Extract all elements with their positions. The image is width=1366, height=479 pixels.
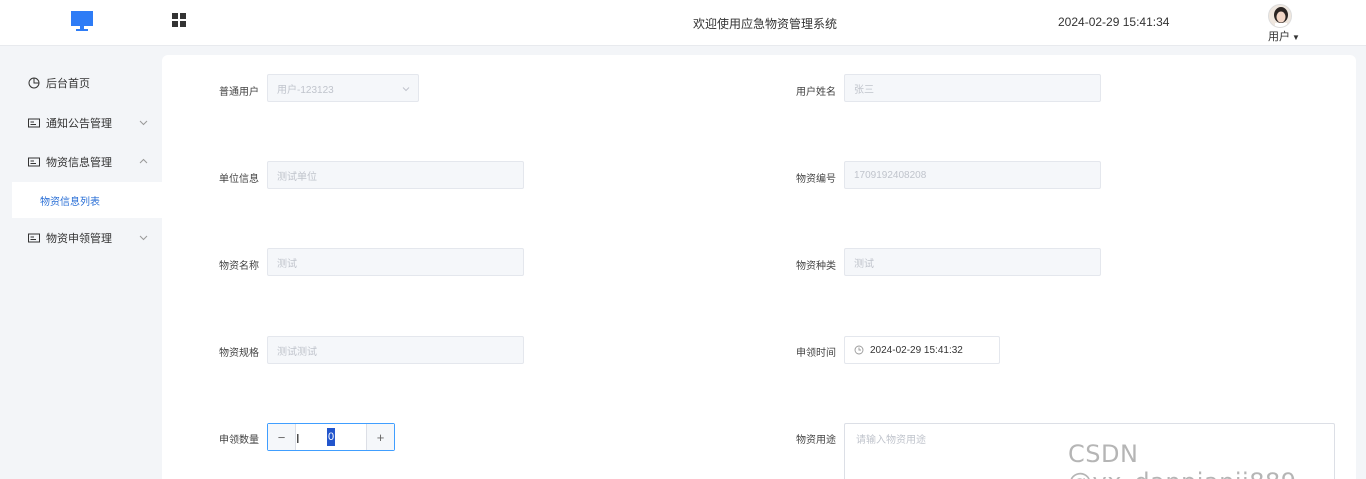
user-name-value: 张三 bbox=[854, 84, 874, 96]
avatar[interactable] bbox=[1268, 4, 1292, 28]
item-name-label: 物资名称 bbox=[219, 261, 259, 272]
quantity-stepper[interactable]: − 0 + bbox=[267, 423, 395, 451]
user-name-label: 用户姓名 bbox=[796, 87, 836, 98]
apply-time-picker[interactable]: 2024-02-29 15:41:32 bbox=[844, 336, 1000, 364]
sidebar: 后台首页 通知公告管理 物资信息管理 物资信息列表 物资申领管理 bbox=[0, 47, 162, 479]
card-icon bbox=[28, 233, 40, 243]
clock-icon bbox=[854, 345, 864, 355]
unit-label: 单位信息 bbox=[219, 174, 259, 185]
chevron-down-icon bbox=[139, 235, 148, 241]
sidebar-item-label: 物资信息列表 bbox=[40, 196, 100, 208]
chevron-down-icon bbox=[139, 120, 148, 126]
sidebar-item-label: 后台首页 bbox=[46, 78, 90, 90]
item-spec-field[interactable]: 测试测试 bbox=[267, 336, 524, 364]
unit-value: 测试单位 bbox=[277, 171, 317, 183]
increment-button[interactable]: + bbox=[366, 424, 394, 450]
caret-down-icon: ▼ bbox=[1292, 33, 1300, 42]
quantity-value: 0 bbox=[326, 428, 336, 446]
item-name-value: 测试 bbox=[277, 258, 297, 270]
sidebar-item-materials-list[interactable]: 物资信息列表 bbox=[12, 182, 162, 218]
watermark: CSDN @vx_danpianji889 bbox=[1068, 440, 1296, 479]
text-cursor-icon: I bbox=[296, 431, 300, 446]
user-type-value: 用户-123123 bbox=[277, 84, 334, 96]
purpose-placeholder: 请输入物资用途 bbox=[856, 435, 926, 446]
item-spec-label: 物资规格 bbox=[219, 348, 259, 359]
item-name-field[interactable]: 测试 bbox=[267, 248, 524, 276]
decrement-button[interactable]: − bbox=[268, 424, 296, 450]
sidebar-item-label: 通知公告管理 bbox=[46, 118, 112, 130]
item-code-field[interactable]: 1709192408208 bbox=[844, 161, 1101, 189]
user-menu[interactable]: 用户 ▼ bbox=[1268, 28, 1300, 44]
sidebar-item-dashboard[interactable]: 后台首页 bbox=[12, 65, 160, 101]
item-code-label: 物资编号 bbox=[796, 174, 836, 185]
sidebar-item-notices[interactable]: 通知公告管理 bbox=[12, 105, 160, 141]
apply-time-label: 申领时间 bbox=[796, 348, 836, 359]
chevron-down-icon bbox=[402, 87, 410, 92]
top-header: 欢迎使用应急物资管理系统 2024-02-29 15:41:34 用户 ▼ bbox=[0, 0, 1366, 46]
sidebar-item-label: 物资申领管理 bbox=[46, 233, 112, 245]
header-datetime: 2024-02-29 15:41:34 bbox=[1058, 15, 1170, 29]
user-name-field[interactable]: 张三 bbox=[844, 74, 1101, 102]
item-code-value: 1709192408208 bbox=[854, 169, 927, 181]
quantity-label: 申领数量 bbox=[219, 435, 259, 446]
quantity-input[interactable]: 0 bbox=[296, 424, 366, 450]
user-type-select[interactable]: 用户-123123 bbox=[267, 74, 419, 102]
unit-field[interactable]: 测试单位 bbox=[267, 161, 524, 189]
item-type-value: 测试 bbox=[854, 258, 874, 270]
scrollbar[interactable] bbox=[1356, 55, 1366, 479]
apply-time-value: 2024-02-29 15:41:32 bbox=[870, 344, 963, 356]
card-icon bbox=[28, 157, 40, 167]
card-icon bbox=[28, 118, 40, 128]
item-type-field[interactable]: 测试 bbox=[844, 248, 1101, 276]
chevron-up-icon bbox=[139, 158, 148, 164]
user-type-label: 普通用户 bbox=[219, 87, 259, 98]
sidebar-item-applications[interactable]: 物资申领管理 bbox=[12, 220, 160, 256]
user-menu-label: 用户 bbox=[1268, 31, 1290, 43]
clock-chart-icon bbox=[28, 77, 40, 89]
purpose-label: 物资用途 bbox=[796, 435, 836, 446]
item-type-label: 物资种类 bbox=[796, 261, 836, 272]
item-spec-value: 测试测试 bbox=[277, 346, 317, 358]
sidebar-item-materials[interactable]: 物资信息管理 bbox=[12, 144, 160, 180]
sidebar-item-label: 物资信息管理 bbox=[46, 157, 112, 169]
